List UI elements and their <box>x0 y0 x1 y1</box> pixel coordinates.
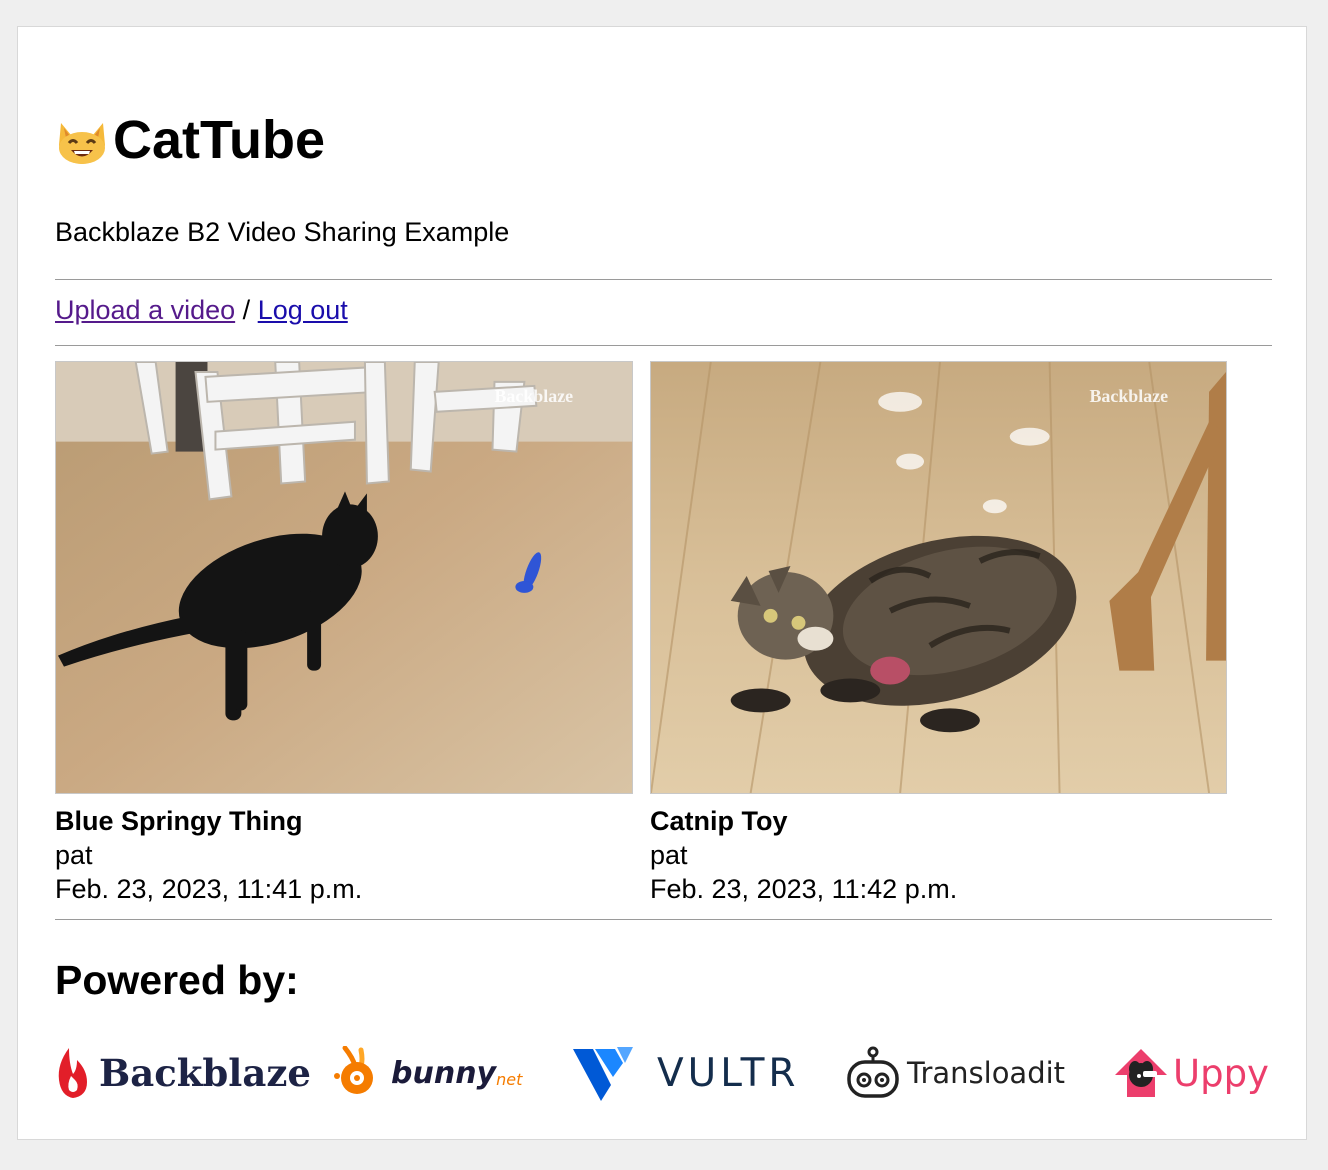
page-title: CatTube <box>55 109 325 171</box>
upload-video-link[interactable]: Upload a video <box>55 295 235 325</box>
uppy-logo[interactable]: Uppy <box>1113 1043 1269 1103</box>
divider <box>55 919 1272 920</box>
logout-link[interactable]: Log out <box>258 295 348 325</box>
video-thumbnail[interactable]: Backblaze <box>55 361 633 794</box>
vultr-v-icon <box>573 1047 633 1101</box>
video-title[interactable]: Catnip Toy <box>650 804 1228 838</box>
app-name: CatTube <box>113 110 325 170</box>
page-container: CatTube Backblaze B2 Video Sharing Examp… <box>17 26 1307 1140</box>
video-thumbnail[interactable]: Backblaze <box>650 361 1227 794</box>
nav-separator: / <box>242 295 251 325</box>
vultr-wordmark: VULTR <box>657 1050 800 1096</box>
sponsor-logos: Backblaze bunny net VULTR Transloadit Up… <box>55 1043 1272 1103</box>
video-date: Feb. 23, 2023, 11:41 p.m. <box>55 874 363 904</box>
app-subtitle: Backblaze B2 Video Sharing Example <box>55 217 510 247</box>
powered-by-heading: Powered by: <box>55 957 299 1003</box>
video-card[interactable]: Backblaze Catnip Toy pat Feb. 23, 2023, … <box>650 361 1228 906</box>
backblaze-wordmark: Backblaze <box>99 1051 311 1095</box>
divider <box>55 279 1272 280</box>
video-card[interactable]: Backblaze Blue Springy Thing pat Feb. 23… <box>55 361 633 906</box>
bunny-wordmark: bunny <box>391 1055 497 1091</box>
transloadit-wordmark: Transloadit <box>907 1056 1066 1090</box>
uppy-wordmark: Uppy <box>1173 1051 1269 1095</box>
video-author: pat <box>650 840 688 870</box>
backblaze-flame-icon <box>58 1048 87 1098</box>
bunny-suffix: net <box>496 1069 523 1089</box>
video-title[interactable]: Blue Springy Thing <box>55 804 633 838</box>
bunny-rabbit-icon <box>334 1046 373 1094</box>
transloadit-logo[interactable]: Transloadit <box>845 1043 1065 1103</box>
nav-links: Upload a video / Log out <box>55 295 348 326</box>
transloadit-robot-icon <box>847 1046 899 1098</box>
video-list: Backblaze Blue Springy Thing pat Feb. 23… <box>55 361 1228 906</box>
backblaze-logo[interactable]: Backblaze <box>55 1043 311 1103</box>
bunny-net-logo[interactable]: bunny net <box>331 1043 522 1103</box>
video-date: Feb. 23, 2023, 11:42 p.m. <box>650 874 958 904</box>
uppy-dog-icon <box>1115 1049 1167 1097</box>
video-watermark: Backblaze <box>494 386 573 406</box>
smiling-cat-emoji-icon <box>59 123 105 164</box>
video-author: pat <box>55 840 93 870</box>
video-watermark: Backblaze <box>1089 386 1168 406</box>
vultr-logo[interactable]: VULTR <box>571 1043 800 1103</box>
divider <box>55 345 1272 346</box>
